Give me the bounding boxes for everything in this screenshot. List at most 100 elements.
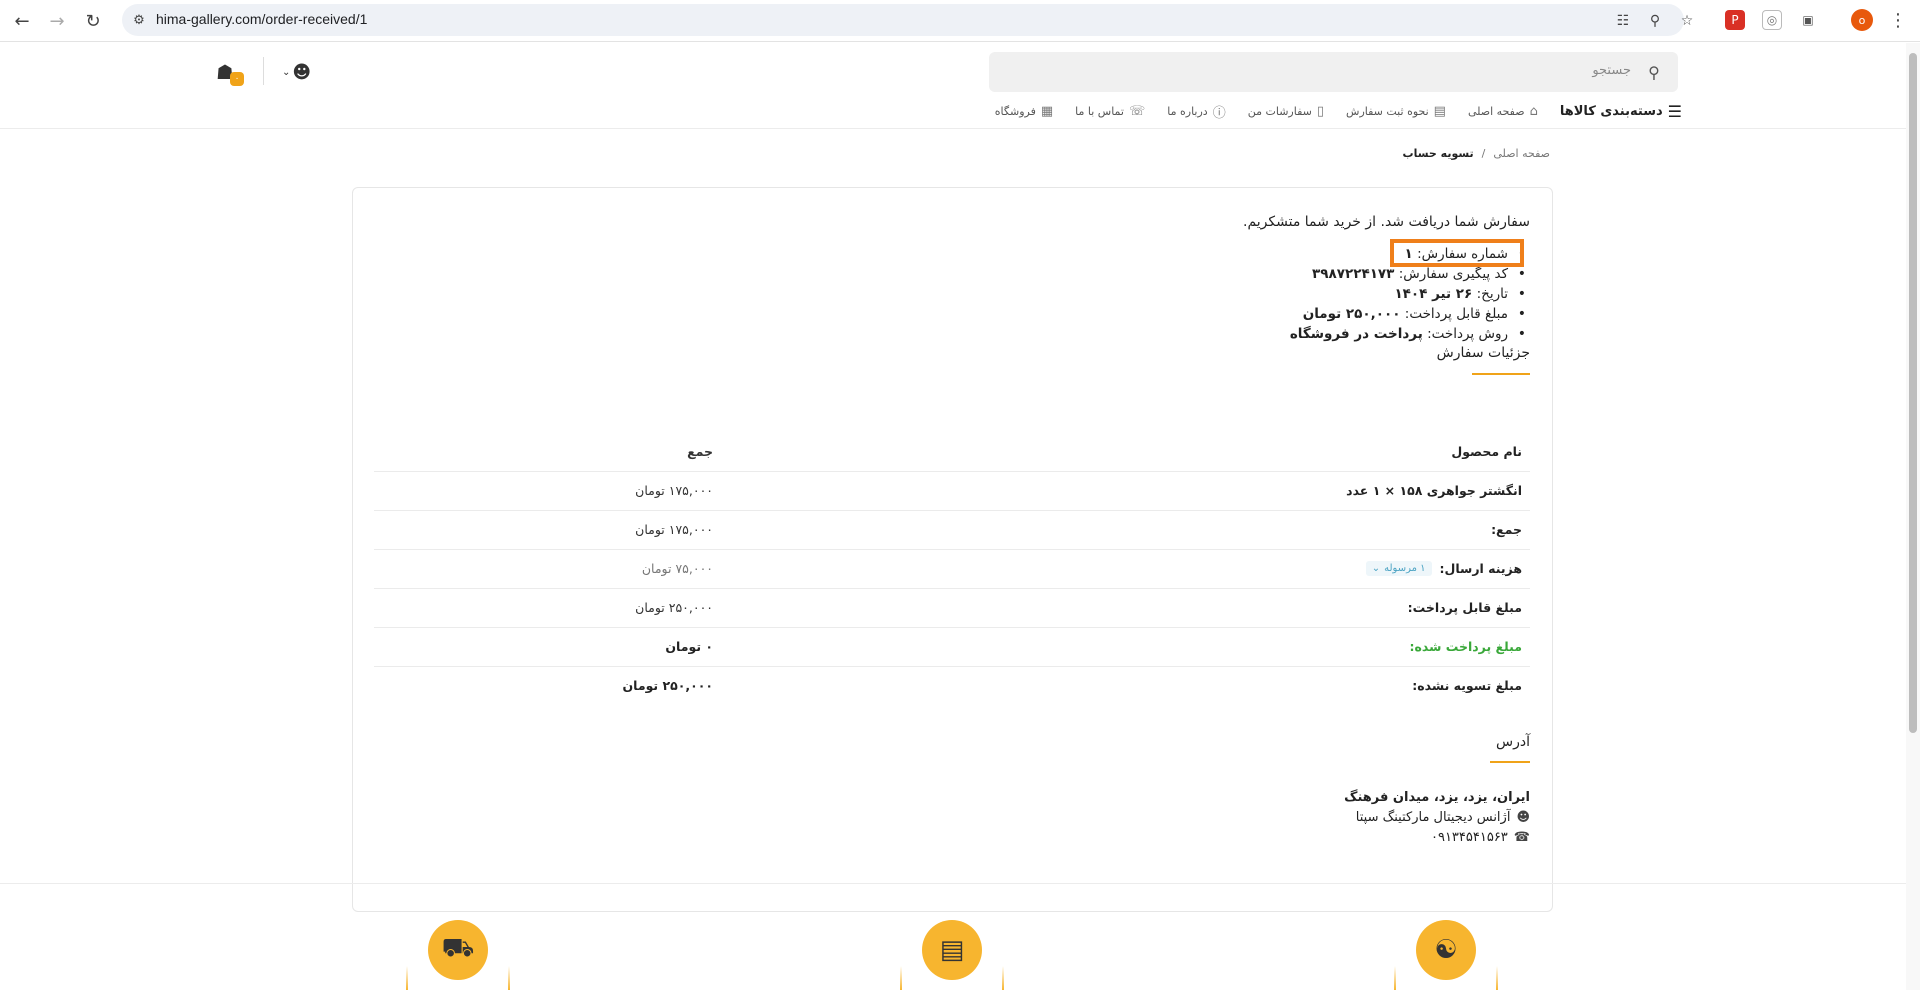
highlight-annotation-box bbox=[1390, 239, 1524, 267]
order-card: سفارش شما دریافت شد. از خرید شما متشکریم… bbox=[352, 187, 1553, 912]
row-value: ۲۵۰,۰۰۰ تومان bbox=[622, 678, 713, 693]
search-icon[interactable]: ⚲ bbox=[1644, 62, 1664, 82]
menu-item-how-to-order[interactable]: ▤ نحوه ثبت سفارش bbox=[1346, 104, 1446, 119]
chevron-down-icon: ⌄ bbox=[1371, 563, 1381, 574]
search-input[interactable]: جستجو bbox=[1592, 63, 1631, 78]
menu-item-label: صفحه اصلی bbox=[1467, 104, 1525, 118]
feature-delivery: ⛟ bbox=[406, 920, 510, 990]
address-title: آدرس bbox=[1496, 734, 1530, 750]
menu-item-label: تماس با ما bbox=[1075, 104, 1124, 118]
user-menu[interactable]: ⌄ ☻ bbox=[282, 60, 312, 84]
menu-item-contact[interactable]: ☏ تماس با ما bbox=[1075, 104, 1145, 119]
overview-value: ۳۹۸۷۲۲۴۱۷۳ bbox=[1312, 266, 1395, 282]
table-row: مبلغ قابل پرداخت: ۲۵۰,۰۰۰ تومان bbox=[374, 589, 1530, 628]
credit-card-icon: ▤ bbox=[922, 920, 982, 980]
table-header-row: نام محصول جمع bbox=[374, 433, 1530, 472]
order-details-table: نام محصول جمع انگشتر جواهری ۱۵۸ × ۱ عدد … bbox=[374, 433, 1530, 706]
address-phone: ☎ ۰۹۱۳۴۵۴۱۵۶۳ bbox=[1344, 828, 1530, 848]
address-underline bbox=[1490, 761, 1530, 763]
overview-label: مبلغ قابل پرداخت: bbox=[1404, 306, 1508, 322]
back-icon[interactable]: ← bbox=[9, 8, 35, 34]
profile-avatar[interactable]: o bbox=[1851, 9, 1873, 31]
page: ⚲ جستجو ⌄ ☻ ☗ ۰ ☰ دسته‌بندی کالاها ⌂ صفح… bbox=[0, 43, 1906, 990]
scrollbar[interactable] bbox=[1906, 43, 1920, 990]
footer-divider bbox=[0, 883, 1906, 884]
search-box[interactable]: ⚲ جستجو bbox=[989, 52, 1678, 92]
extension-red-icon[interactable]: P bbox=[1725, 10, 1745, 30]
menu-item-label: دسته‌بندی کالاها bbox=[1559, 103, 1663, 119]
phone-icon: ☎ bbox=[1513, 830, 1530, 845]
hamburger-icon: ☰ bbox=[1667, 101, 1682, 121]
address-location: ایران، یزد، یزد، میدان فرهنگ bbox=[1344, 788, 1530, 808]
url-text[interactable]: hima-gallery.com/order-received/1 bbox=[156, 11, 367, 27]
cart-button[interactable]: ☗ ۰ bbox=[216, 60, 250, 90]
feature-border-left bbox=[1394, 966, 1396, 990]
menu-item-about[interactable]: ⓘ درباره ما bbox=[1167, 102, 1225, 121]
order-details-title: جزئیات سفارش bbox=[1436, 345, 1530, 361]
shipping-label: هزینه ارسال: bbox=[1439, 561, 1522, 576]
column-header-total: جمع bbox=[687, 444, 713, 459]
contact-icon: ☏ bbox=[1128, 103, 1146, 119]
scrollbar-thumb[interactable] bbox=[1909, 53, 1917, 733]
zoom-icon[interactable]: ⚲ bbox=[1646, 12, 1664, 30]
address-block: ایران، یزد، یزد، میدان فرهنگ ☻ آژانس دیجی… bbox=[1344, 788, 1530, 848]
column-header-product: نام محصول bbox=[1451, 444, 1522, 459]
chevron-down-icon: ⌄ bbox=[282, 66, 291, 78]
overview-label: کد پیگیری سفارش: bbox=[1398, 266, 1508, 282]
breadcrumb: صفحه اصلی / تسویه حساب bbox=[1403, 147, 1550, 160]
feature-payment: ▤ bbox=[900, 920, 1004, 990]
menu-item-home[interactable]: ⌂ صفحه اصلی bbox=[1468, 104, 1538, 119]
feature-border-left bbox=[406, 966, 408, 990]
feature-border-right bbox=[1002, 966, 1004, 990]
forward-icon[interactable]: → bbox=[44, 8, 70, 34]
feature-border-left bbox=[900, 966, 902, 990]
shipment-badge[interactable]: ۱ مرسوله ⌄ bbox=[1365, 561, 1432, 576]
extension-icon[interactable]: ▣ bbox=[1798, 10, 1818, 30]
menu-item-my-orders[interactable]: ▯ سفارشات من bbox=[1248, 104, 1324, 119]
box-icon: ▯ bbox=[1316, 103, 1325, 119]
menu-item-store[interactable]: ▦ فروشگاه bbox=[995, 104, 1053, 119]
award-hand-icon: ☯ bbox=[1416, 920, 1476, 980]
table-row: مبلغ پرداخت شده: ۰ تومان bbox=[374, 628, 1530, 667]
row-value: ۷۵,۰۰۰ تومان bbox=[641, 561, 713, 576]
table-row: مبلغ تسویه نشده: ۲۵۰,۰۰۰ تومان bbox=[374, 667, 1530, 706]
address-name-text: آژانس دیجیتال مارکتینگ سپتا bbox=[1355, 810, 1511, 825]
product-name[interactable]: انگشتر جواهری ۱۵۸ × ۱ عدد bbox=[1346, 483, 1522, 498]
overview-date: تاریخ: ۲۶ تیر ۱۴۰۴ bbox=[1290, 284, 1530, 304]
kebab-icon[interactable]: ⋮ bbox=[1889, 8, 1907, 32]
address-bar[interactable]: ⚙ hima-gallery.com/order-received/1 ☷ ⚲ … bbox=[122, 4, 1693, 36]
shield-icon[interactable]: ◎ bbox=[1762, 10, 1782, 30]
store-icon: ▦ bbox=[1040, 103, 1054, 119]
row-value: ۱۷۵,۰۰۰ تومان bbox=[635, 522, 713, 537]
overview-value: ۲۵۰,۰۰۰ تومان bbox=[1302, 306, 1401, 322]
overview-label: تاریخ: bbox=[1476, 286, 1508, 302]
menu-item-label: سفارشات من bbox=[1247, 104, 1312, 118]
user-icon: ☻ bbox=[292, 61, 312, 83]
info-icon: ⓘ bbox=[1212, 105, 1226, 121]
feature-quality: ☯ bbox=[1394, 920, 1498, 990]
breadcrumb-home[interactable]: صفحه اصلی bbox=[1493, 147, 1550, 160]
row-label: مبلغ پرداخت شده: bbox=[1409, 639, 1523, 654]
reload-icon[interactable]: ↻ bbox=[80, 8, 106, 34]
menu-item-label: نحوه ثبت سفارش bbox=[1346, 104, 1429, 118]
row-value: ۱۷۵,۰۰۰ تومان bbox=[635, 483, 713, 498]
header-divider bbox=[263, 57, 264, 85]
menu-item-categories[interactable]: ☰ دسته‌بندی کالاها bbox=[1560, 102, 1682, 121]
overview-label: روش پرداخت: bbox=[1427, 326, 1508, 342]
row-label: مبلغ قابل پرداخت: bbox=[1407, 600, 1522, 615]
site-header: ⚲ جستجو ⌄ ☻ ☗ ۰ ☰ دسته‌بندی کالاها ⌂ صفح… bbox=[0, 43, 1906, 129]
address-name: ☻ آژانس دیجیتال مارکتینگ سپتا bbox=[1344, 808, 1530, 828]
site-info-icon[interactable]: ⚙ bbox=[130, 11, 148, 29]
translate-icon[interactable]: ☷ bbox=[1614, 12, 1632, 30]
main-menu: ☰ دسته‌بندی کالاها ⌂ صفحه اصلی ▤ نحوه ثب… bbox=[995, 99, 1682, 123]
overview-tracking-code: کد پیگیری سفارش: ۳۹۸۷۲۲۴۱۷۳ bbox=[1290, 264, 1530, 284]
breadcrumb-current: تسویه حساب bbox=[1402, 147, 1474, 160]
row-label: هزینه ارسال: ۱ مرسوله ⌄ bbox=[1365, 561, 1522, 576]
delivery-truck-icon: ⛟ bbox=[428, 920, 488, 980]
row-value: ۲۵۰,۰۰۰ تومان bbox=[635, 600, 713, 615]
star-icon[interactable]: ☆ bbox=[1678, 12, 1696, 30]
row-label: جمع: bbox=[1491, 522, 1522, 537]
breadcrumb-separator: / bbox=[1481, 147, 1486, 160]
menu-item-label: درباره ما bbox=[1167, 104, 1208, 118]
overview-payment-method: روش پرداخت: پرداخت در فروشگاه bbox=[1290, 324, 1530, 344]
